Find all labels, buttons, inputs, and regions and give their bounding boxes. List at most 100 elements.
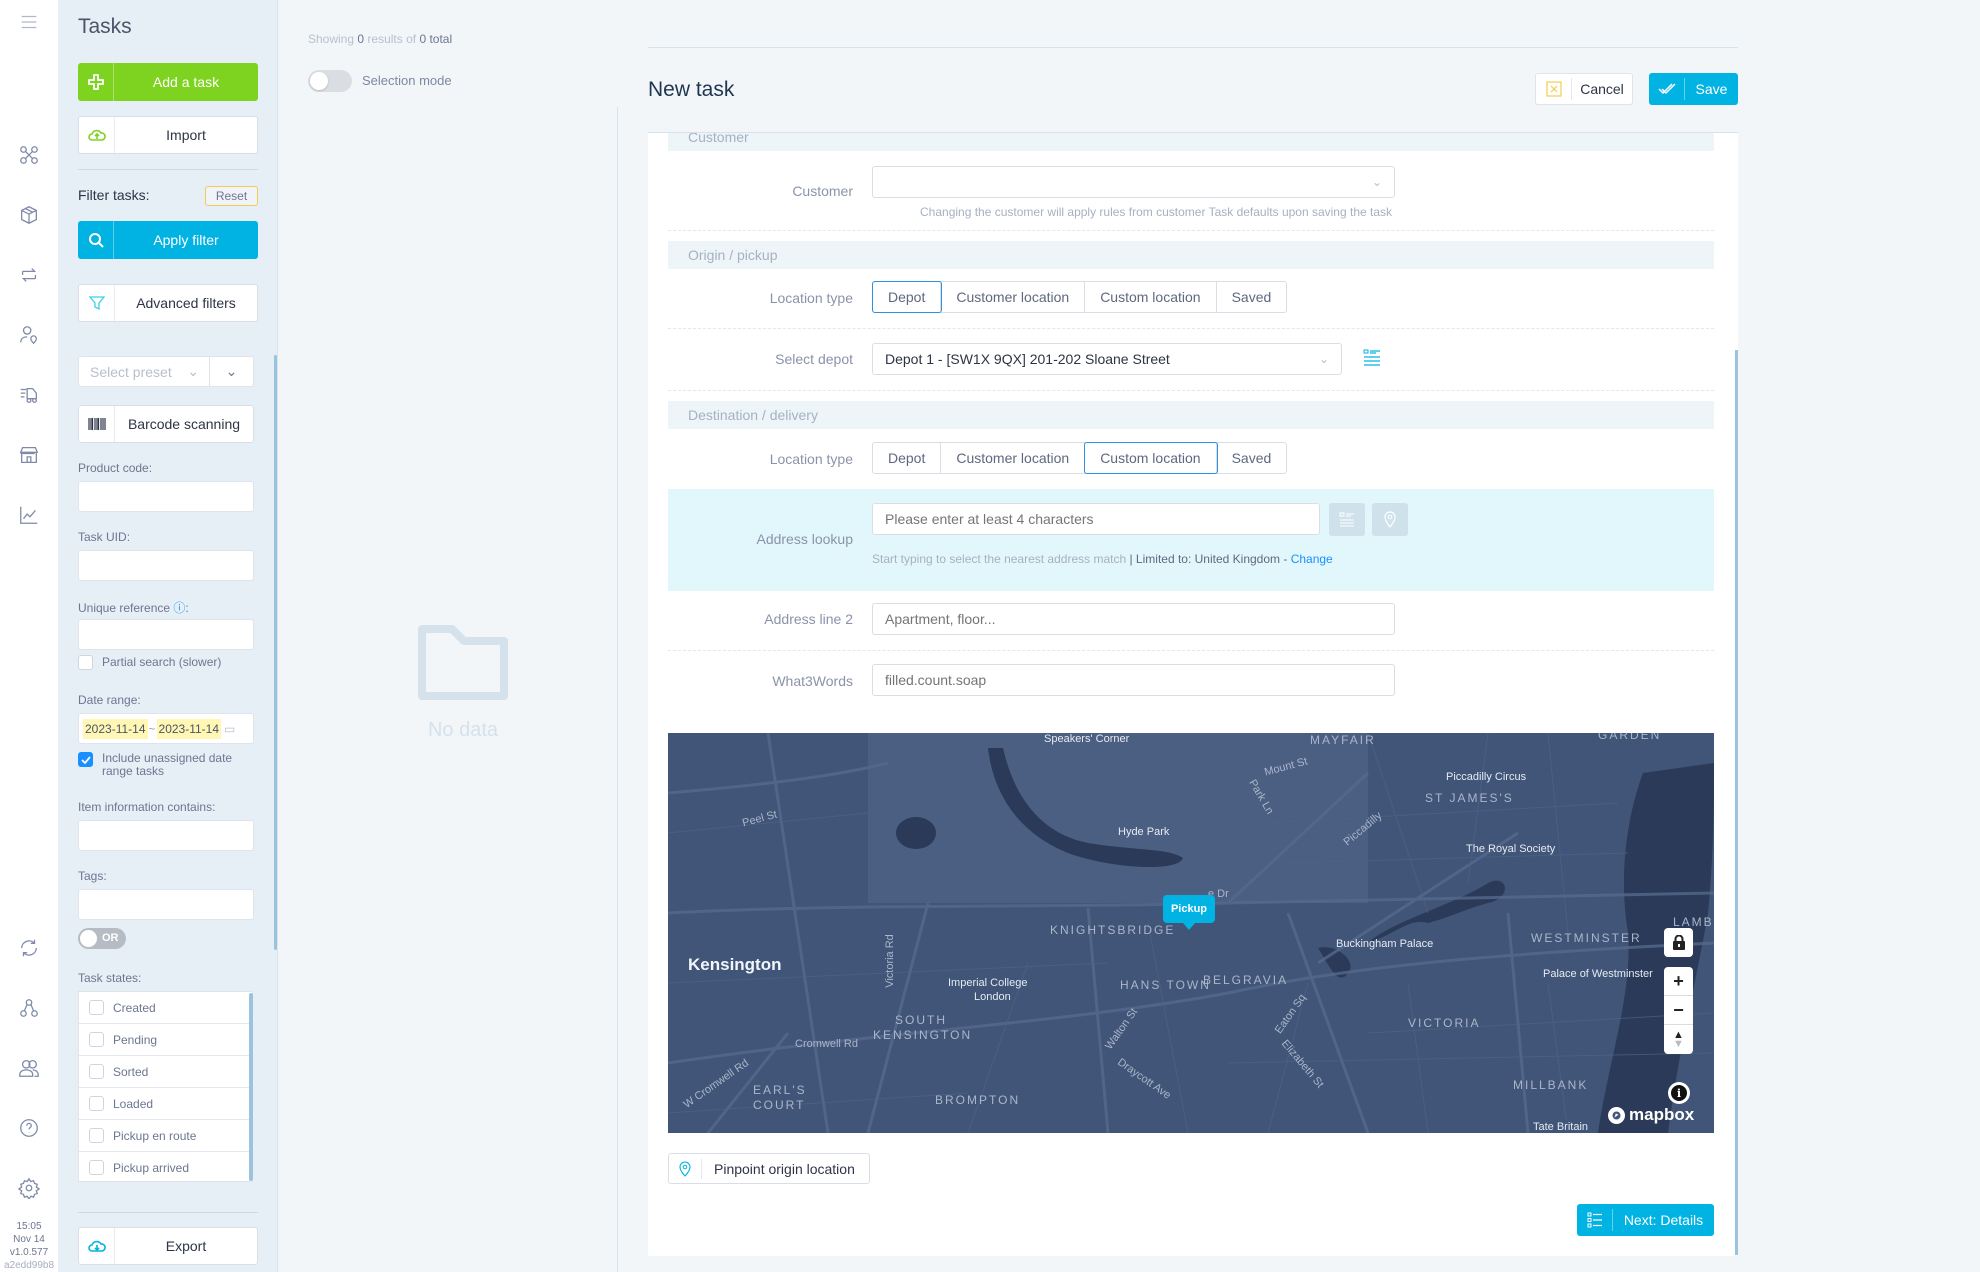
- cancel-button[interactable]: Cancel: [1535, 73, 1633, 105]
- partial-search-checkbox[interactable]: Partial search (slower): [78, 655, 221, 670]
- analytics-icon[interactable]: [17, 503, 41, 527]
- task-state-item[interactable]: Pending: [79, 1024, 252, 1056]
- settings-icon[interactable]: [17, 1176, 41, 1200]
- clock-date: Nov 14: [13, 1234, 45, 1245]
- item-info-input[interactable]: [78, 820, 254, 851]
- toggle-knob: [310, 72, 328, 90]
- include-unassigned-checkbox[interactable]: Include unassigned date range tasks: [78, 752, 242, 778]
- checkbox[interactable]: [89, 1000, 104, 1015]
- task-state-item[interactable]: Pickup en route: [79, 1120, 252, 1152]
- divider: [617, 107, 618, 1272]
- colon: :: [103, 869, 107, 883]
- add-task-button[interactable]: Add a task: [78, 63, 258, 101]
- advanced-filters-button[interactable]: Advanced filters: [78, 284, 258, 322]
- map-view[interactable]: Speakers' Corner MAYFAIR GARDEN Mount St…: [668, 733, 1714, 1133]
- network-icon[interactable]: [17, 996, 41, 1020]
- icon-rail: 15:05 Nov 14 v1.0.577 a2edd99b8: [0, 0, 58, 1272]
- page-title: New task: [648, 78, 735, 101]
- zoom-in-button[interactable]: +: [1664, 967, 1693, 996]
- reset-button[interactable]: Reset: [205, 186, 258, 206]
- pinpoint-origin-button[interactable]: Pinpoint origin location: [668, 1153, 870, 1184]
- checkbox[interactable]: [89, 1128, 104, 1143]
- help-icon[interactable]: [17, 1116, 41, 1140]
- zoom-out-button[interactable]: −: [1664, 996, 1693, 1025]
- task-state-item[interactable]: Created: [79, 992, 252, 1024]
- checkbox[interactable]: [89, 1160, 104, 1175]
- driver-location-icon[interactable]: [17, 323, 41, 347]
- saved-list-icon[interactable]: [1363, 348, 1381, 371]
- pickup-marker[interactable]: Pickup: [1163, 895, 1215, 930]
- destination-type-custom-location[interactable]: Custom location: [1084, 442, 1218, 474]
- info-icon[interactable]: ⓘ: [173, 601, 185, 615]
- address-lookup-input[interactable]: [872, 503, 1320, 535]
- date-from[interactable]: 2023-11-14: [83, 718, 148, 739]
- checkbox-checked[interactable]: [78, 752, 93, 767]
- package-icon[interactable]: [17, 203, 41, 227]
- checkbox[interactable]: [89, 1032, 104, 1047]
- destination-type-customer-location[interactable]: Customer location: [941, 443, 1086, 473]
- date-range-picker[interactable]: 2023-11-14 ~ 2023-11-14 ▭: [78, 713, 254, 744]
- compass-button[interactable]: ▲ ▼: [1664, 1025, 1693, 1054]
- unique-reference-label: Unique reference ⓘ:: [78, 599, 189, 616]
- destination-type-saved[interactable]: Saved: [1217, 443, 1287, 473]
- sync-icon[interactable]: [17, 936, 41, 960]
- map-info-button[interactable]: i: [1668, 1082, 1690, 1104]
- location-star-icon: [1384, 510, 1396, 528]
- preset-menu-button[interactable]: ⌄: [210, 357, 253, 386]
- lock-icon[interactable]: [1664, 928, 1693, 957]
- what3words-label: What3Words: [772, 673, 853, 689]
- task-state-label: Pickup arrived: [113, 1160, 190, 1175]
- item-info-text: Item information contains: [78, 800, 213, 814]
- origin-type-custom-location[interactable]: Custom location: [1085, 282, 1217, 312]
- task-states-scrollbar[interactable]: [249, 993, 253, 1181]
- delivery-truck-icon[interactable]: [17, 383, 41, 407]
- depot-select[interactable]: Depot 1 - [SW1X 9QX] 201-202 Sloane Stre…: [872, 343, 1342, 375]
- change-country-link[interactable]: Change: [1291, 552, 1333, 566]
- checklist-icon: [1577, 1209, 1613, 1231]
- colon: :: [137, 693, 141, 707]
- task-uid-input[interactable]: [78, 550, 254, 581]
- map-label: Victoria Rd: [883, 934, 896, 988]
- form-scrollbar[interactable]: [1735, 350, 1738, 1255]
- map-lock-control[interactable]: [1664, 928, 1693, 957]
- export-label: Export: [165, 1238, 207, 1254]
- address-line2-input[interactable]: [872, 603, 1395, 635]
- destination-type-depot[interactable]: Depot: [873, 443, 942, 473]
- users-icon[interactable]: [17, 1056, 41, 1080]
- origin-type-depot[interactable]: Depot: [871, 281, 943, 313]
- customer-select[interactable]: ⌄: [872, 166, 1395, 198]
- barcode-scanning-button[interactable]: Barcode scanning: [78, 405, 254, 443]
- checkbox[interactable]: [78, 655, 93, 670]
- import-button[interactable]: Import: [78, 116, 258, 154]
- results-mid: results of: [367, 32, 417, 46]
- export-button[interactable]: Export: [78, 1227, 258, 1265]
- tags-input[interactable]: [78, 889, 254, 920]
- next-details-button[interactable]: Next: Details: [1577, 1204, 1714, 1236]
- checkbox[interactable]: [89, 1096, 104, 1111]
- tags-mode-toggle[interactable]: OR: [78, 928, 126, 949]
- menu-icon[interactable]: [17, 10, 41, 34]
- transfer-icon[interactable]: [17, 263, 41, 287]
- unique-reference-input[interactable]: [78, 619, 254, 650]
- mapbox-logo[interactable]: mapbox: [1608, 1105, 1694, 1125]
- task-state-item[interactable]: Pickup arrived: [79, 1152, 252, 1181]
- selection-mode-toggle[interactable]: [308, 70, 352, 92]
- apply-filter-button[interactable]: Apply filter: [78, 221, 258, 259]
- store-icon[interactable]: [17, 443, 41, 467]
- filter-panel-scrollbar[interactable]: [274, 355, 277, 950]
- divider: [668, 230, 1714, 231]
- saved-addresses-button[interactable]: [1329, 503, 1365, 536]
- checkbox[interactable]: [89, 1064, 104, 1079]
- routes-icon[interactable]: [17, 143, 41, 167]
- task-state-item[interactable]: Loaded: [79, 1088, 252, 1120]
- preset-dropdown[interactable]: Select preset ⌄: [79, 357, 210, 386]
- pin-favorite-button[interactable]: [1372, 503, 1408, 536]
- date-to[interactable]: 2023-11-14: [156, 718, 222, 739]
- map-label: Tate Britain: [1533, 1121, 1589, 1133]
- what3words-input[interactable]: [872, 664, 1395, 696]
- product-code-input[interactable]: [78, 481, 254, 512]
- task-state-item[interactable]: Sorted: [79, 1056, 252, 1088]
- save-button[interactable]: Save: [1649, 73, 1738, 105]
- origin-type-saved[interactable]: Saved: [1217, 282, 1287, 312]
- origin-type-customer-location[interactable]: Customer location: [941, 282, 1086, 312]
